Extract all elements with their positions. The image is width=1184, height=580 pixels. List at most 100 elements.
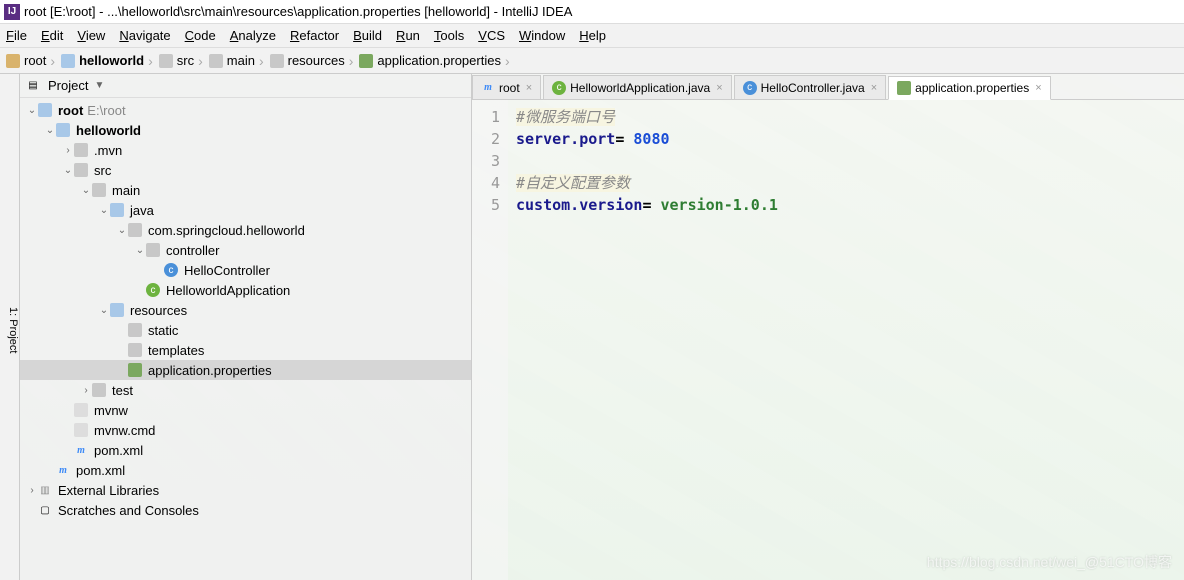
class-icon: c	[164, 263, 178, 277]
tree-item[interactable]: mvnw.cmd	[20, 420, 471, 440]
close-icon[interactable]: ×	[1035, 82, 1041, 94]
editor-tabs: mroot×cHelloworldApplication.java×cHello…	[472, 74, 1184, 100]
close-icon[interactable]: ×	[526, 82, 532, 94]
tree-item[interactable]: ⌄src	[20, 160, 471, 180]
menu-run[interactable]: Run	[396, 28, 420, 43]
window-title: root [E:\root] - ...\helloworld\src\main…	[24, 4, 572, 19]
line-number: 5	[472, 194, 500, 216]
tree-twisty[interactable]: ›	[26, 485, 38, 496]
tree-item[interactable]: ›▥ External Libraries	[20, 480, 471, 500]
tree-label: java	[130, 203, 154, 218]
close-icon[interactable]: ×	[716, 82, 722, 94]
tree-twisty[interactable]: ⌄	[116, 225, 128, 236]
menu-refactor[interactable]: Refactor	[290, 28, 339, 43]
tree-item[interactable]: ▢Scratches and Consoles	[20, 500, 471, 520]
tree-item[interactable]: ⌄com.springcloud.helloworld	[20, 220, 471, 240]
app-icon: IJ	[4, 4, 20, 20]
menu-tools[interactable]: Tools	[434, 28, 464, 43]
tree-item[interactable]: ⌄ main	[20, 180, 471, 200]
project-panel: ▤ Project ▼ ⌄rootE:\root⌄helloworld›.mvn…	[20, 74, 472, 580]
tree-item[interactable]: ›.mvn	[20, 140, 471, 160]
menu-view[interactable]: View	[77, 28, 105, 43]
folder-icon	[146, 243, 160, 257]
breadcrumb[interactable]: helloworld›	[61, 53, 157, 69]
code-line[interactable]: #自定义配置参数	[516, 172, 1184, 194]
tree-item[interactable]: ⌄ resources	[20, 300, 471, 320]
code-line[interactable]: #微服务端口号	[516, 106, 1184, 128]
code-line[interactable]: custom.version= version-1.0.1	[516, 194, 1184, 216]
tree-label: External Libraries	[58, 483, 159, 498]
tree-label: application.properties	[148, 363, 272, 378]
menu-edit[interactable]: Edit	[41, 28, 63, 43]
tree-twisty[interactable]: ⌄	[98, 305, 110, 316]
line-number: 4	[472, 172, 500, 194]
tree-label: Scratches and Consoles	[58, 503, 199, 518]
breadcrumb[interactable]: application.properties›	[359, 53, 513, 69]
tree-label: main	[112, 183, 140, 198]
code-area[interactable]: 12345 #微服务端口号server.port= 8080#自定义配置参数cu…	[472, 100, 1184, 580]
tree-item[interactable]: application.properties	[20, 360, 471, 380]
maven-icon: m	[74, 443, 88, 457]
tree-item[interactable]: cHelloworldApplication	[20, 280, 471, 300]
code-line[interactable]: server.port= 8080	[516, 128, 1184, 150]
project-tree[interactable]: ⌄rootE:\root⌄helloworld›.mvn⌄src⌄main⌄ja…	[20, 98, 471, 580]
folder-icon	[209, 54, 223, 68]
tree-twisty[interactable]: ›	[62, 145, 74, 156]
breadcrumb[interactable]: main›	[209, 53, 268, 69]
tree-item[interactable]: ⌄rootE:\root	[20, 100, 471, 120]
sidebar-tab-project[interactable]: 1: Project	[0, 74, 20, 580]
tree-twisty[interactable]: ⌄	[80, 185, 92, 196]
project-header[interactable]: ▤ Project ▼	[20, 74, 471, 98]
menu-help[interactable]: Help	[579, 28, 606, 43]
tree-item[interactable]: mvnw	[20, 400, 471, 420]
close-icon[interactable]: ×	[871, 82, 877, 94]
tree-item[interactable]: ⌄ java	[20, 200, 471, 220]
folder-icon	[56, 123, 70, 137]
tree-twisty[interactable]: ⌄	[62, 165, 74, 176]
tab-label: HelloworldApplication.java	[570, 81, 710, 95]
editor-tab[interactable]: cHelloController.java×	[734, 75, 887, 99]
menu-window[interactable]: Window	[519, 28, 565, 43]
menu-build[interactable]: Build	[353, 28, 382, 43]
class-icon: c	[146, 283, 160, 297]
maven-icon: m	[481, 81, 495, 95]
tree-twisty[interactable]: ⌄	[26, 105, 38, 116]
code-line[interactable]	[516, 150, 1184, 172]
breadcrumb[interactable]: src›	[159, 53, 207, 69]
breadcrumb[interactable]: root›	[6, 53, 59, 69]
tree-hint: E:\root	[87, 103, 125, 118]
tree-label: mvnw	[94, 403, 128, 418]
line-number: 2	[472, 128, 500, 150]
tree-label: resources	[130, 303, 187, 318]
menu-code[interactable]: Code	[185, 28, 216, 43]
tree-twisty[interactable]: ⌄	[44, 125, 56, 136]
tree-label: mvnw.cmd	[94, 423, 155, 438]
menu-navigate[interactable]: Navigate	[119, 28, 170, 43]
code-lines[interactable]: #微服务端口号server.port= 8080 #自定义配置参数custom.v…	[508, 100, 1184, 580]
folder-icon	[110, 203, 124, 217]
editor-tab[interactable]: application.properties×	[888, 76, 1051, 100]
editor-tab[interactable]: mroot ×	[472, 75, 541, 99]
chevron-right-icon: ›	[148, 53, 153, 69]
tree-item[interactable]: ⌄helloworld	[20, 120, 471, 140]
chevron-right-icon: ›	[50, 53, 55, 69]
breadcrumb[interactable]: resources›	[270, 53, 358, 69]
tree-twisty[interactable]: ›	[80, 385, 92, 396]
menu-vcs[interactable]: VCS	[478, 28, 505, 43]
tree-item[interactable]: mpom.xml	[20, 460, 471, 480]
tree-item[interactable]: cHelloController	[20, 260, 471, 280]
tree-item[interactable]: mpom.xml	[20, 440, 471, 460]
tree-item[interactable]: templates	[20, 340, 471, 360]
library-icon: ▥	[38, 483, 52, 497]
file-icon	[74, 403, 88, 417]
tree-twisty[interactable]: ⌄	[98, 205, 110, 216]
tab-label: root	[499, 81, 520, 95]
tree-item[interactable]: static	[20, 320, 471, 340]
tree-twisty[interactable]: ⌄	[134, 245, 146, 256]
tree-item[interactable]: ›test	[20, 380, 471, 400]
menu-analyze[interactable]: Analyze	[230, 28, 276, 43]
tree-item[interactable]: ⌄controller	[20, 240, 471, 260]
menu-file[interactable]: File	[6, 28, 27, 43]
editor-tab[interactable]: cHelloworldApplication.java×	[543, 75, 732, 99]
chevron-down-icon[interactable]: ▼	[94, 80, 104, 91]
